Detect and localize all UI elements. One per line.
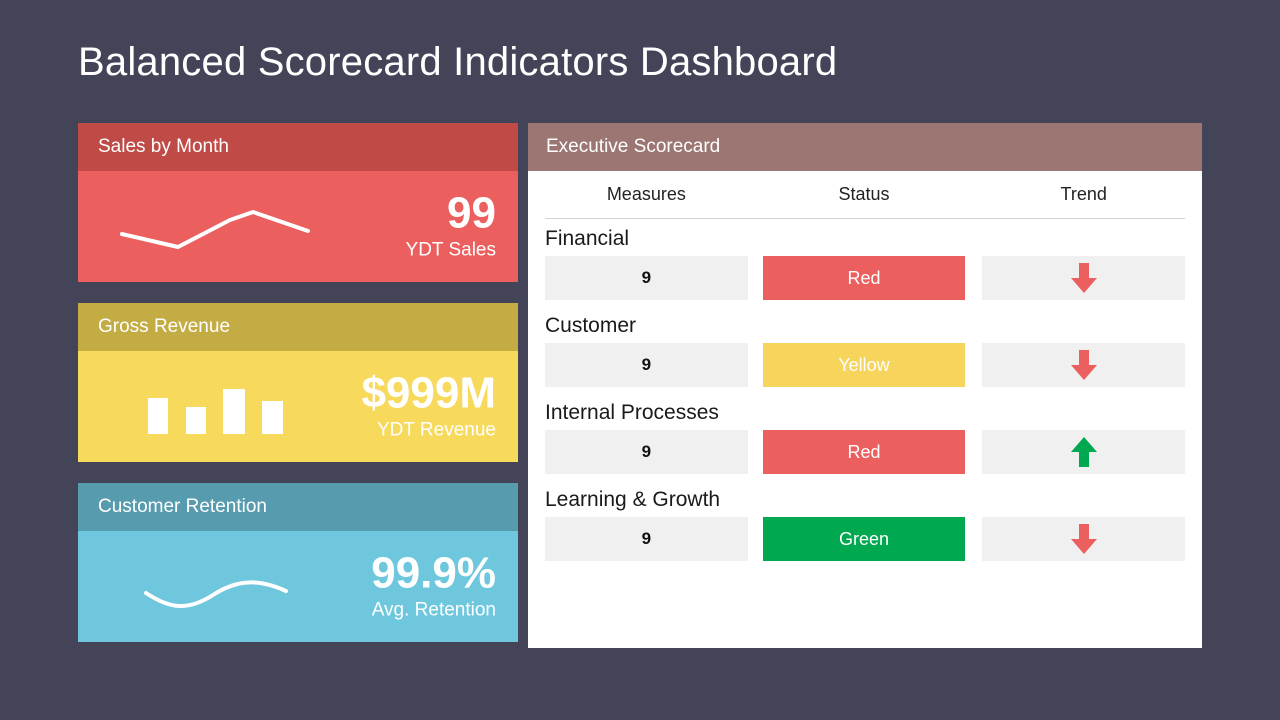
measure-value[interactable]: 9: [545, 430, 748, 474]
table-row: 9 Red: [545, 430, 1186, 474]
kpi-card-sales-by-month[interactable]: Sales by Month 99 YDT Sales: [78, 123, 518, 282]
bar-chart-sparkline: [148, 389, 283, 434]
curve-sparkline: [144, 580, 288, 609]
arrow-down-icon: [1070, 524, 1097, 554]
scorecard-title: Executive Scorecard: [546, 136, 721, 157]
trend-cell[interactable]: [982, 256, 1186, 300]
column-header-measures: Measures: [606, 184, 686, 204]
kpi-card-header: Customer Retention: [78, 483, 518, 531]
status-badge[interactable]: Yellow: [762, 343, 966, 387]
kpi-value: 99.9%: [371, 548, 496, 598]
executive-scorecard-panel: Executive Scorecard Measures Status Tren…: [528, 123, 1202, 648]
line-chart-sparkline: [120, 210, 310, 249]
kpi-card-body: 99 YDT Sales: [78, 171, 518, 282]
arrow-down-icon: [1070, 263, 1097, 293]
status-badge[interactable]: Green: [762, 517, 966, 561]
kpi-value: $999M: [361, 368, 496, 418]
measure-value[interactable]: 9: [545, 256, 748, 300]
kpi-value-group: $999M YDT Revenue: [361, 368, 496, 442]
scorecard-group-title-internal-processes: Internal Processes: [545, 401, 719, 424]
arrow-down-icon: [1070, 350, 1097, 380]
kpi-card-customer-retention[interactable]: Customer Retention 99.9% Avg. Retention: [78, 483, 518, 642]
kpi-value: 99: [447, 188, 496, 238]
page-title: Balanced Scorecard Indicators Dashboard: [78, 40, 838, 84]
kpi-card-body: $999M YDT Revenue: [78, 351, 518, 462]
trend-cell[interactable]: [982, 430, 1186, 474]
table-row: 9 Green: [545, 517, 1186, 561]
scorecard-group-title-learning-growth: Learning & Growth: [545, 488, 721, 511]
kpi-card-header: Sales by Month: [78, 123, 518, 171]
column-header-status: Status: [838, 184, 890, 204]
kpi-card-column: Sales by Month 99 YDT Sales Gross Revenu…: [78, 123, 518, 663]
column-header-trend: Trend: [1060, 184, 1107, 204]
kpi-label: YDT Sales: [405, 239, 496, 261]
arrow-up-icon: [1070, 437, 1097, 467]
kpi-card-body: 99.9% Avg. Retention: [78, 531, 518, 642]
scorecard-column-headers: Measures Status Trend: [545, 171, 1185, 219]
scorecard-header: Executive Scorecard: [528, 123, 1202, 171]
status-badge[interactable]: Red: [762, 256, 966, 300]
measure-value[interactable]: 9: [545, 343, 748, 387]
table-row: 9 Yellow: [545, 343, 1186, 387]
scorecard-body: Measures Status Trend Financial 9 Red Cu…: [528, 171, 1202, 561]
table-row: 9 Red: [545, 256, 1186, 300]
kpi-value-group: 99.9% Avg. Retention: [371, 548, 496, 622]
measure-value[interactable]: 9: [545, 517, 748, 561]
trend-cell[interactable]: [982, 517, 1186, 561]
kpi-card-title: Customer Retention: [98, 496, 267, 517]
trend-cell[interactable]: [982, 343, 1186, 387]
kpi-card-title: Gross Revenue: [98, 316, 231, 337]
kpi-card-gross-revenue[interactable]: Gross Revenue $999M YDT Revenue: [78, 303, 518, 462]
status-badge[interactable]: Red: [762, 430, 966, 474]
kpi-value-group: 99 YDT Sales: [405, 188, 496, 262]
scorecard-group-title-customer: Customer: [545, 314, 637, 337]
kpi-card-header: Gross Revenue: [78, 303, 518, 351]
kpi-label: YDT Revenue: [377, 419, 496, 441]
kpi-label: Avg. Retention: [371, 599, 496, 621]
scorecard-group-title-financial: Financial: [545, 227, 630, 250]
kpi-card-title: Sales by Month: [98, 136, 229, 157]
